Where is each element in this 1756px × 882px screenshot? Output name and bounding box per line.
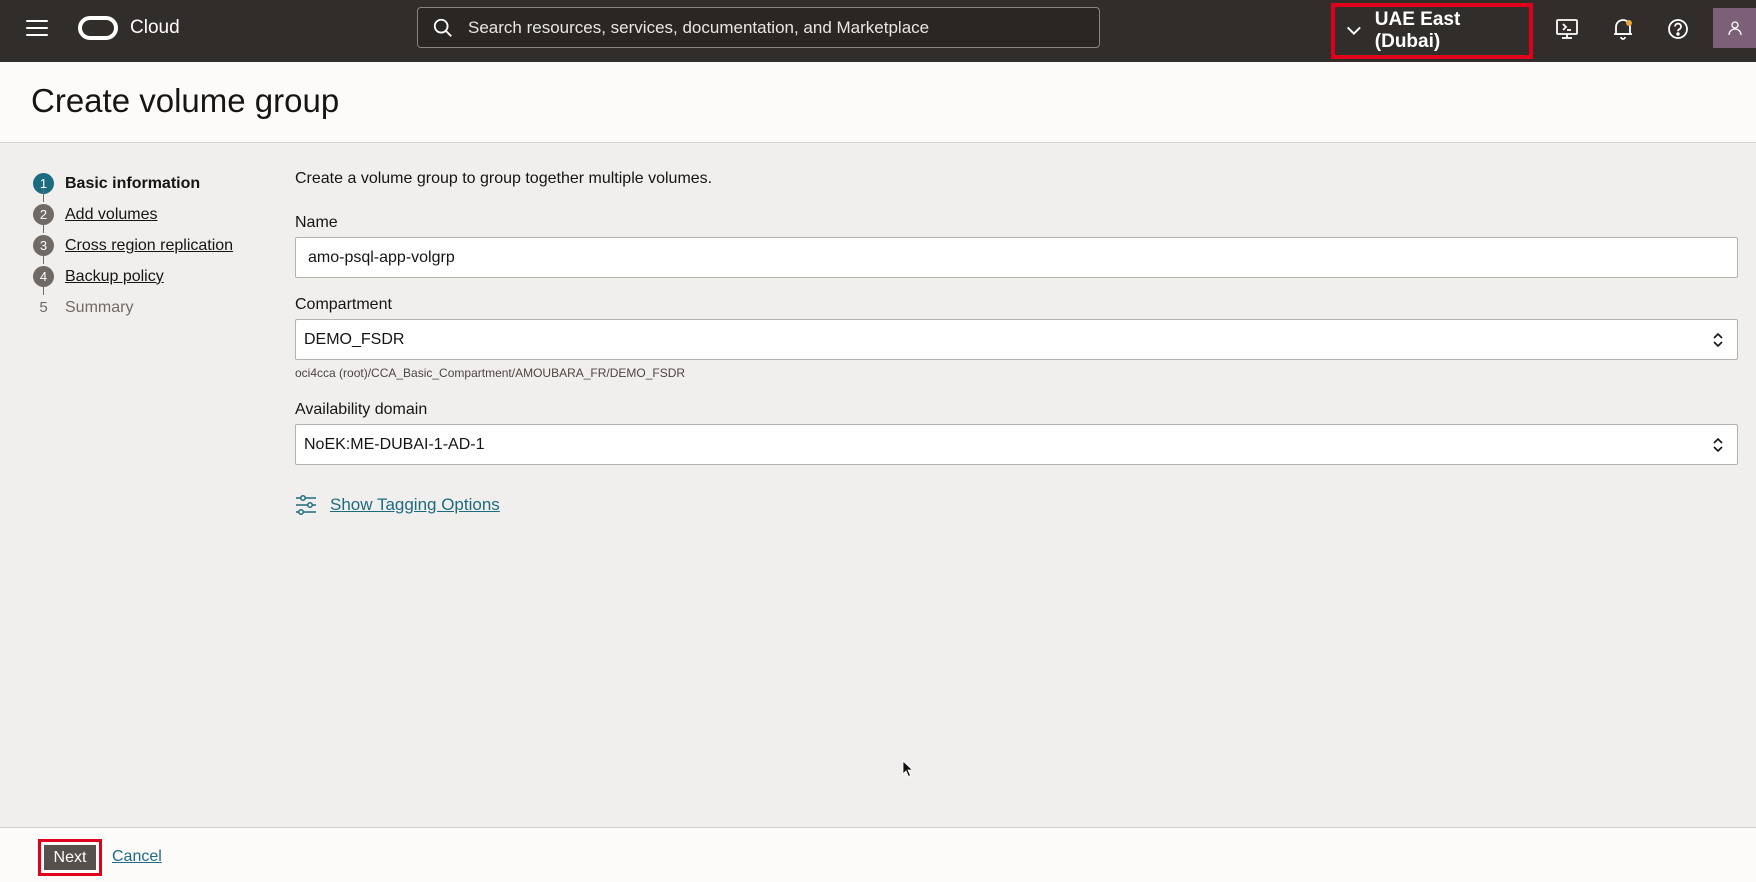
step-label[interactable]: Backup policy	[65, 268, 164, 286]
compartment-select[interactable]: DEMO_FSDR	[295, 319, 1738, 360]
region-label: UAE East (Dubai)	[1374, 9, 1461, 52]
compartment-label: Compartment	[295, 296, 392, 313]
brand-name[interactable]: Cloud	[130, 17, 180, 39]
step-label[interactable]: Add volumes	[65, 206, 158, 224]
cloud-shell-icon[interactable]	[1554, 16, 1580, 42]
compartment-value: DEMO_FSDR	[304, 330, 405, 348]
top-navigation-bar: Cloud Search resources, services, docume…	[0, 0, 1756, 62]
step-summary: 5 Summary	[30, 292, 270, 323]
form-footer: Next Cancel	[0, 827, 1756, 882]
region-selector[interactable]: UAE East (Dubai)	[1331, 3, 1533, 59]
help-icon[interactable]	[1665, 16, 1691, 42]
tagging-options-link[interactable]: Show Tagging Options	[330, 495, 500, 515]
search-input[interactable]: Search resources, services, documentatio…	[417, 7, 1100, 48]
user-icon	[1727, 21, 1742, 36]
user-avatar[interactable]	[1713, 8, 1756, 48]
step-basic-information[interactable]: 1 Basic information	[30, 168, 270, 202]
tagging-options-icon	[296, 495, 316, 515]
step-add-volumes[interactable]: 2 Add volumes	[30, 199, 270, 233]
wizard-steps: 1 Basic information 2 Add volumes 3 Cros…	[30, 168, 270, 323]
show-tagging-options[interactable]: Show Tagging Options	[295, 494, 500, 516]
step-label[interactable]: Cross region replication	[65, 237, 233, 255]
name-label: Name	[295, 214, 338, 231]
step-label: Basic information	[65, 174, 201, 192]
availability-domain-label: Availability domain	[295, 401, 428, 418]
step-cross-region-replication[interactable]: 3 Cross region replication	[30, 230, 270, 264]
next-button-highlight: Next	[38, 839, 102, 876]
search-placeholder: Search resources, services, documentatio…	[468, 17, 930, 37]
cancel-link[interactable]: Cancel	[112, 848, 162, 866]
oracle-logo[interactable]	[78, 16, 118, 40]
page-title: Create volume group	[31, 82, 340, 119]
bell-icon[interactable]	[1610, 16, 1636, 42]
availability-domain-select[interactable]: NoEK:ME-DUBAI-1-AD-1	[295, 424, 1738, 465]
step-label: Summary	[65, 298, 134, 316]
select-caret-icon	[1713, 332, 1723, 348]
step-backup-policy[interactable]: 4 Backup policy	[30, 261, 270, 295]
page-header: Create volume group	[0, 62, 1756, 143]
select-caret-icon	[1713, 437, 1723, 453]
menu-icon[interactable]	[26, 20, 48, 38]
form-intro: Create a volume group to group together …	[295, 170, 713, 187]
compartment-path: oci4cca (root)/CCA_Basic_Compartment/AMO…	[295, 366, 686, 380]
chevron-down-icon	[1346, 26, 1361, 36]
mouse-cursor-icon	[902, 760, 914, 778]
step-number: 5	[39, 299, 48, 316]
availability-domain-value: NoEK:ME-DUBAI-1-AD-1	[304, 435, 485, 453]
search-icon	[433, 18, 452, 37]
name-input[interactable]	[295, 237, 1738, 278]
next-button[interactable]: Next	[44, 845, 96, 870]
